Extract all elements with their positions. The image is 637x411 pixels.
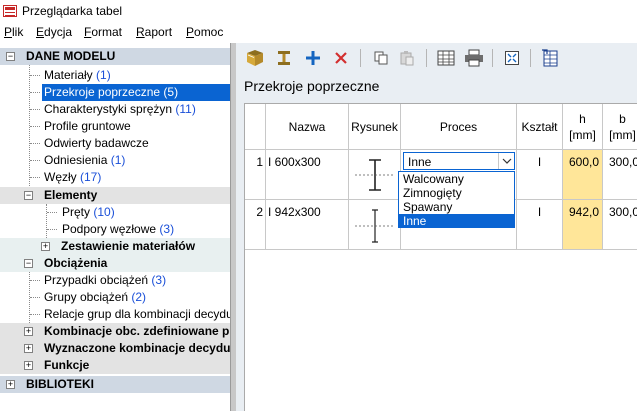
tree-group-elementy[interactable]: − Elementy — [0, 187, 230, 204]
expand-icon[interactable]: + — [6, 380, 15, 389]
column-header-ksztalt[interactable]: Kształt — [517, 104, 563, 150]
tree-item-podpory-wezlowe[interactable]: Podpory węzłowe (3) — [0, 221, 230, 238]
cell-nazwa[interactable]: I 942x300 — [266, 200, 349, 250]
tree-root-biblioteki[interactable]: + BIBLIOTEKI — [0, 376, 230, 393]
column-header-h[interactable]: h [mm] — [563, 104, 603, 150]
i-section-drawing-icon — [355, 159, 395, 191]
tree-item-odwierty-badawcze[interactable]: Odwierty badawcze — [0, 135, 230, 152]
model-tree: − DANE MODELU Materiały (1) Przekroje po… — [0, 43, 231, 411]
tree-item-profile-gruntowe[interactable]: Profile gruntowe — [0, 118, 230, 135]
i-section-drawing-icon — [355, 209, 395, 243]
tree-item-grupy-obciazen[interactable]: Grupy obciążeń (2) — [0, 289, 230, 306]
cell-rysunek — [349, 200, 401, 250]
cell-ksztalt[interactable]: I — [517, 150, 563, 200]
tree-item-charakterystyki-sprezyn[interactable]: Charakterystyki sprężyn (11) — [0, 101, 230, 118]
row-number[interactable]: 1 — [245, 150, 266, 200]
menu-format[interactable]: Format — [84, 25, 122, 39]
chevron-down-icon[interactable] — [498, 153, 514, 169]
table-export-icon[interactable] — [539, 47, 561, 69]
menu-raport[interactable]: Raport — [136, 25, 172, 39]
tree-item-przekroje-poprzeczne[interactable]: Przekroje poprzeczne (5) — [0, 84, 230, 101]
tree-group-kombinacje-uzytkownika[interactable]: + Kombinacje obc. zdefiniowane przez uży… — [0, 323, 230, 340]
expand-icon[interactable]: + — [24, 344, 33, 353]
book-icon[interactable] — [244, 47, 266, 69]
proces-combobox[interactable]: Inne — [403, 152, 515, 170]
column-header-rysunek[interactable]: Rysunek — [349, 104, 401, 150]
dropdown-option-spawany[interactable]: Spawany — [399, 200, 514, 214]
dropdown-option-zimnogiety[interactable]: Zimnogięty — [399, 186, 514, 200]
zoom-fit-icon[interactable] — [501, 47, 523, 69]
paste-icon — [396, 47, 418, 69]
cell-nazwa[interactable]: I 600x300 — [266, 150, 349, 200]
dropdown-option-inne[interactable]: Inne — [399, 214, 514, 228]
tree-group-funkcje[interactable]: + Funkcje — [0, 357, 230, 374]
expand-icon[interactable]: + — [41, 242, 50, 251]
cell-b[interactable]: 300,0 — [603, 150, 637, 200]
collapse-icon[interactable]: − — [24, 191, 33, 200]
column-header-b[interactable]: b [mm] — [603, 104, 637, 150]
expand-icon[interactable]: + — [24, 327, 33, 336]
row-number[interactable]: 2 — [245, 200, 266, 250]
cell-h[interactable]: 942,0 — [563, 200, 603, 250]
tree-group-zestawienie-materialow[interactable]: + Zestawienie materiałów — [0, 238, 230, 255]
cell-ksztalt[interactable]: I — [517, 200, 563, 250]
column-header-proces[interactable]: Proces — [401, 104, 517, 150]
print-icon[interactable] — [463, 47, 485, 69]
cell-rysunek — [349, 150, 401, 200]
collapse-icon[interactable]: − — [6, 52, 15, 61]
toolbar — [236, 43, 637, 73]
collapse-icon[interactable]: − — [24, 259, 33, 268]
cell-h[interactable]: 600,0 — [563, 150, 603, 200]
tree-group-obciazenia[interactable]: − Obciążenia — [0, 255, 230, 272]
tree-item-prety[interactable]: Pręty (10) — [0, 204, 230, 221]
tree-item-relacje-grup[interactable]: Relacje grup dla kombinacji decydujących — [0, 306, 230, 323]
tree-root-dane-modelu[interactable]: − DANE MODELU — [0, 48, 230, 65]
column-header-nazwa[interactable]: Nazwa — [266, 104, 349, 150]
tree-group-wyznaczone-kombinacje[interactable]: + Wyznaczone kombinacje decydujące — [0, 340, 230, 357]
menu-bar: Plik Edycja Format Raport Pomoc — [0, 22, 637, 42]
delete-icon[interactable] — [330, 47, 352, 69]
dropdown-option-walcowany[interactable]: Walcowany — [399, 172, 514, 186]
tree-item-wezly[interactable]: Węzły (17) — [0, 169, 230, 186]
window-title: Przeglądarka tabel — [22, 4, 123, 18]
cell-b[interactable]: 300,0 — [603, 200, 637, 250]
copy-icon[interactable] — [370, 47, 392, 69]
section-profile-icon[interactable] — [273, 47, 295, 69]
tree-item-materialy[interactable]: Materiały (1) — [0, 67, 230, 84]
menu-pomoc[interactable]: Pomoc — [186, 25, 223, 39]
table-viewer-app-icon — [3, 5, 17, 17]
row-number-header — [245, 104, 266, 150]
columns-icon[interactable] — [435, 47, 457, 69]
tree-item-odniesienia[interactable]: Odniesienia (1) — [0, 152, 230, 169]
proces-dropdown-list: Walcowany Zimnogięty Spawany Inne — [398, 171, 515, 228]
tree-item-przypadki-obciazen[interactable]: Przypadki obciążeń (3) — [0, 272, 230, 289]
title-bar: Przeglądarka tabel — [0, 0, 637, 22]
expand-icon[interactable]: + — [24, 361, 33, 370]
panel-title: Przekroje poprzeczne — [244, 78, 380, 94]
menu-edycja[interactable]: Edycja — [36, 25, 72, 39]
sections-table: Nazwa Rysunek Proces Kształt h [mm] b [mm]… — [244, 103, 637, 411]
menu-plik[interactable]: Plik — [4, 25, 23, 39]
add-icon[interactable] — [302, 47, 324, 69]
